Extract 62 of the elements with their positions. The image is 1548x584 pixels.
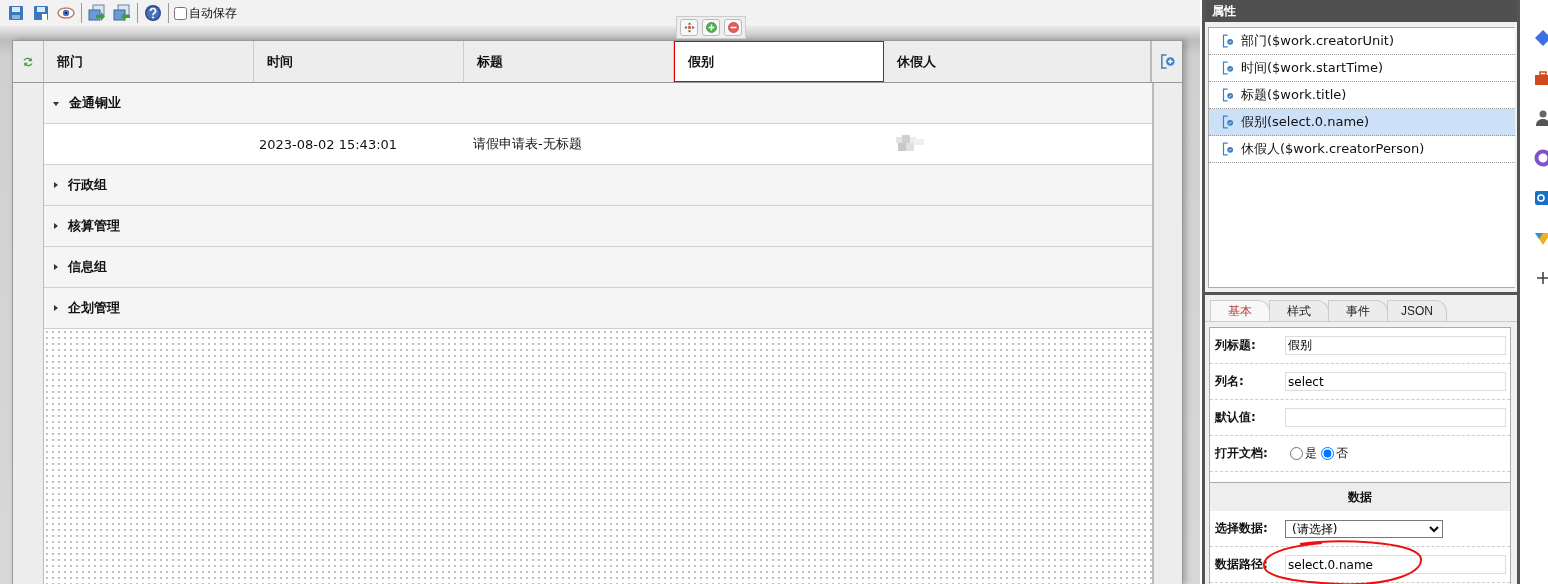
field-label: 列名:	[1215, 373, 1245, 390]
tab[interactable]: 事件	[1328, 300, 1388, 321]
field-icon	[1221, 141, 1236, 157]
column-header[interactable]: 假别	[674, 41, 884, 82]
expand-caret-icon	[53, 264, 58, 270]
move-button[interactable]	[680, 19, 698, 36]
input-field[interactable]: 假别	[1285, 336, 1506, 355]
import-button[interactable]	[87, 3, 107, 23]
save-button[interactable]	[6, 3, 26, 23]
save-as-button[interactable]	[31, 3, 51, 23]
help-button[interactable]	[143, 3, 163, 23]
radio-button[interactable]	[1321, 447, 1334, 460]
input-field[interactable]: select	[1285, 372, 1506, 391]
toolbox-icon[interactable]	[1534, 69, 1548, 87]
field-list-item[interactable]: 部门($work.creatorUnit)	[1209, 28, 1515, 55]
field-label: 选择数据:	[1215, 520, 1269, 537]
column-header[interactable]: 部门	[44, 41, 254, 82]
field-label: 打开文档:	[1215, 445, 1269, 462]
group-name: 企划管理	[68, 299, 120, 317]
tab[interactable]: 基本	[1210, 300, 1270, 321]
radio-label: 否	[1336, 445, 1348, 462]
field-list-item[interactable]: 假别(select.0.name)	[1209, 109, 1515, 136]
field-icon	[1221, 87, 1236, 103]
add-column-icon	[1158, 53, 1176, 70]
section-heading: 数据	[1210, 482, 1510, 511]
add-button[interactable]	[702, 19, 720, 36]
field-icon	[1221, 33, 1236, 49]
expand-caret-icon	[53, 305, 58, 311]
plus-icon[interactable]	[1534, 269, 1548, 287]
radio-label: 是	[1305, 445, 1317, 462]
tab[interactable]: JSON	[1387, 300, 1447, 321]
diamond-icon[interactable]	[1534, 29, 1548, 47]
person-icon[interactable]	[1534, 109, 1548, 127]
group-name: 核算管理	[68, 217, 120, 235]
column-header[interactable]: 休假人	[884, 41, 1150, 82]
column-header[interactable]: 时间	[254, 41, 464, 82]
field-icon	[1221, 60, 1236, 76]
input-field[interactable]: select.0.name	[1285, 555, 1506, 574]
radio-button[interactable]	[1290, 447, 1303, 460]
collapse-caret-icon	[53, 100, 59, 106]
expand-caret-icon	[53, 182, 58, 188]
field-list-item[interactable]: 时间($work.startTime)	[1209, 55, 1515, 82]
remove-button[interactable]	[724, 19, 742, 36]
group-name: 行政组	[68, 176, 107, 194]
autosave-label: 自动保存	[189, 4, 237, 22]
tab[interactable]: 样式	[1269, 300, 1329, 321]
export-button[interactable]	[112, 3, 132, 23]
expand-caret-icon	[53, 223, 58, 229]
table-cell: 请假申请表-无标题	[473, 136, 582, 151]
field-list-item[interactable]: 休假人($work.creatorPerson)	[1209, 136, 1515, 163]
table-cell: 2023-08-02 15:43:01	[259, 136, 398, 152]
mail-icon[interactable]	[1534, 189, 1548, 207]
field-icon	[1221, 114, 1236, 130]
field-label: 列标题:	[1215, 337, 1257, 354]
group-name: 信息组	[68, 258, 107, 276]
field-label: 默认值:	[1215, 409, 1257, 426]
panel-title: 属性	[1205, 0, 1517, 22]
autosave-checkbox[interactable]	[174, 6, 187, 20]
ring-icon[interactable]	[1534, 149, 1548, 167]
dropdown[interactable]: (请选择)	[1285, 519, 1443, 538]
group-name: 金通铜业	[69, 94, 121, 112]
input-field[interactable]	[1285, 408, 1506, 427]
